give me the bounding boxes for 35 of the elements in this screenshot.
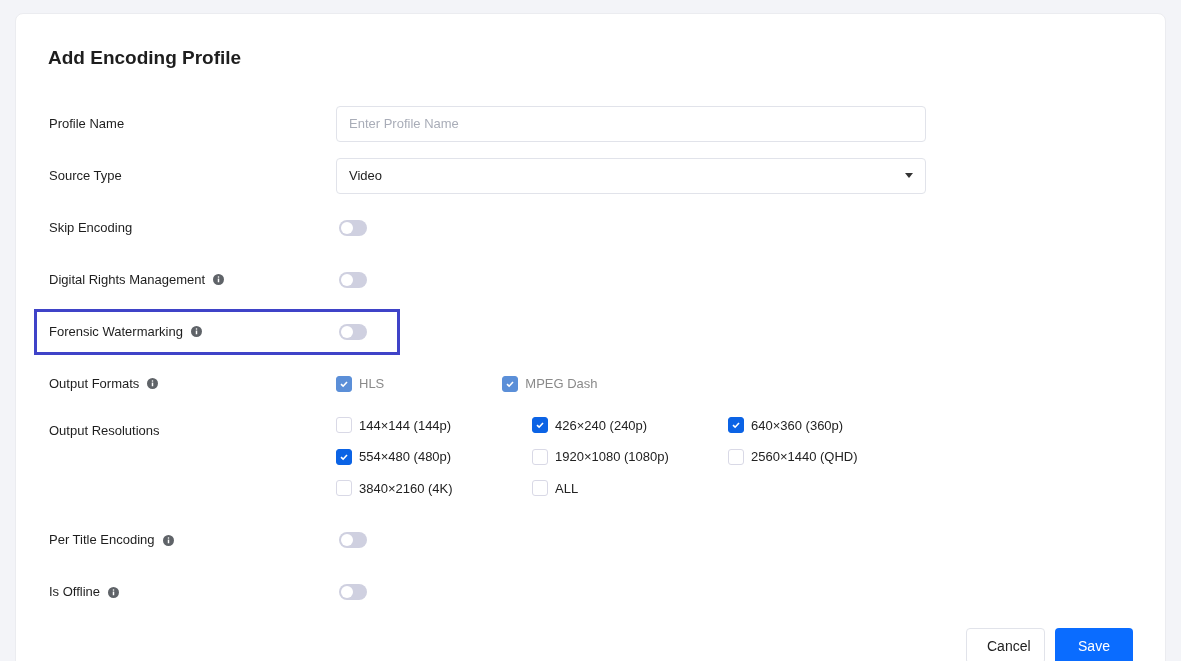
save-button[interactable]: Save (1055, 628, 1133, 661)
toggle-switch[interactable] (339, 219, 367, 236)
checkbox[interactable] (728, 417, 744, 434)
field-label: Profile Name (49, 114, 125, 133)
field-label: Is Offline (49, 583, 101, 602)
caret-icon (905, 173, 913, 178)
field-label: Per Title Encoding (49, 531, 155, 550)
checkbox[interactable] (532, 417, 548, 434)
field-label: Forensic Watermarking (49, 322, 183, 341)
field-label: Output Resolutions (49, 421, 160, 440)
checkbox-label: 1920×1080 (1080p) (555, 448, 669, 466)
checkbox-label: 554×480 (480p) (359, 448, 452, 466)
toggle-switch[interactable] (339, 323, 367, 340)
checkbox[interactable] (336, 448, 352, 465)
toggle-switch[interactable] (339, 271, 367, 288)
check-icon (535, 420, 545, 431)
toggle-switch[interactable] (339, 532, 367, 548)
toggle-switch[interactable] (339, 584, 367, 600)
checkbox-label: 3840×2160 (4K) (359, 479, 453, 498)
checkbox-label: HLS (359, 374, 385, 393)
source-type-select[interactable]: Video (336, 157, 926, 194)
checkbox-label: ALL (555, 479, 579, 498)
profile-name-field[interactable]: Enter Profile Name (336, 105, 926, 142)
checkbox-label: 144×144 (144p) (359, 416, 452, 435)
cancel-button[interactable]: Cancel (966, 628, 1045, 661)
field-label: Skip Encoding (49, 218, 133, 237)
checkbox-label: 426×240 (240p) (555, 416, 648, 435)
page-title: Add Encoding Profile (48, 46, 243, 70)
checkbox-label: 2560×1440 (QHD) (751, 448, 858, 466)
field-label: Output Formats (49, 374, 140, 393)
checkbox-label: 640×360 (360p) (751, 416, 844, 435)
field-label: Source Type (49, 166, 122, 185)
field-label: Digital Rights Management (49, 270, 206, 289)
checkbox-label: MPEG Dash (525, 374, 598, 393)
check-icon (731, 420, 741, 431)
